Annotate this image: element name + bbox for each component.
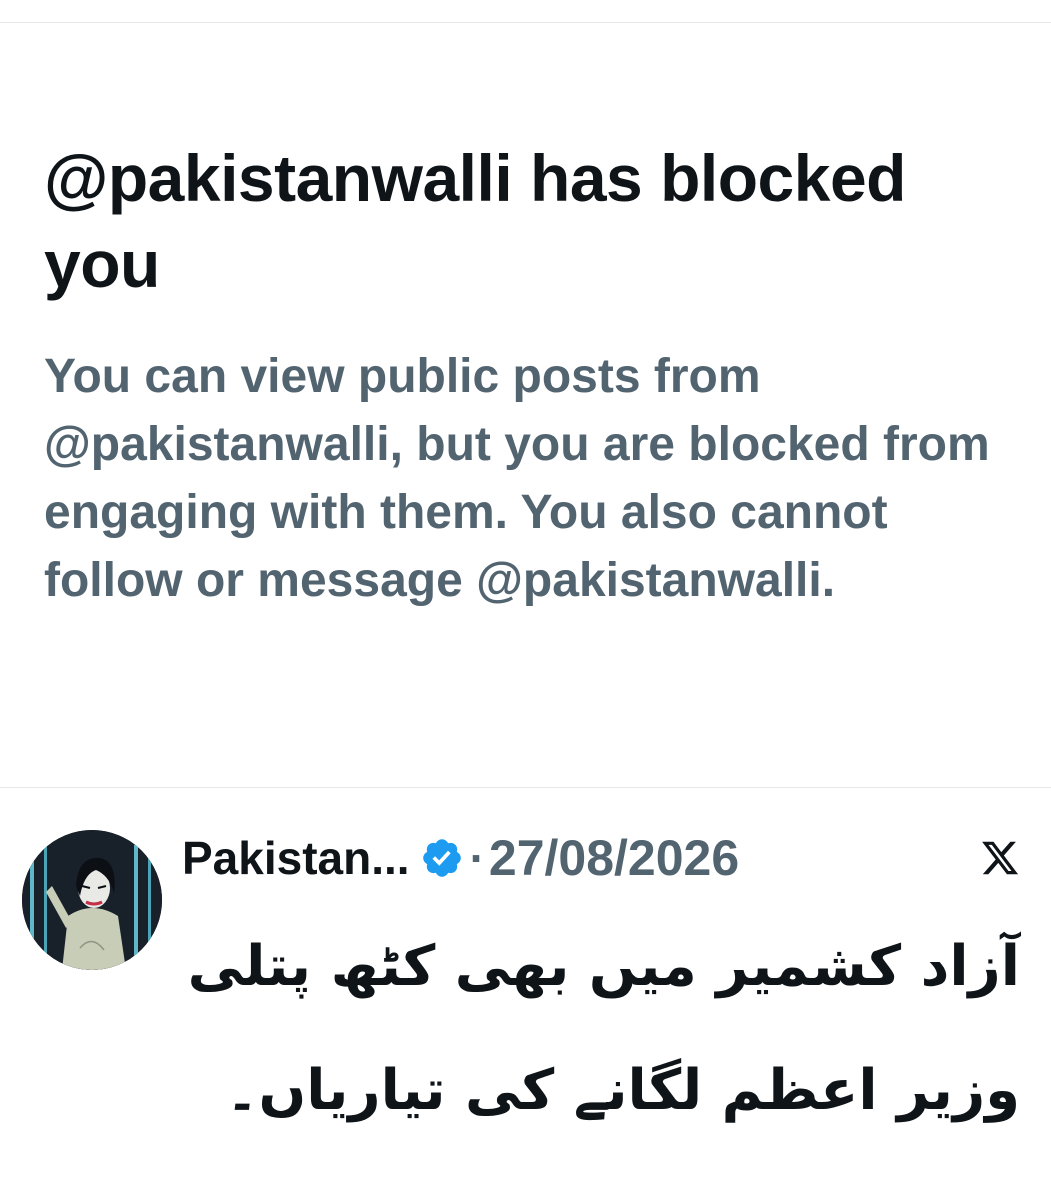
avatar-illustration-icon — [22, 830, 162, 970]
x-logo-icon[interactable] — [980, 838, 1020, 878]
author-name[interactable]: Pakistan... — [182, 831, 410, 885]
post-date[interactable]: 27/08/2026 — [489, 829, 739, 887]
post-text: آزاد کشمیر میں بھی کٹھ پتلی وزیر اعظم لگ… — [187, 934, 1020, 1123]
verified-badge-icon — [420, 836, 464, 880]
blocked-description: You can view public posts from @pakistan… — [44, 350, 990, 607]
blocked-title: @pakistanwalli has blocked you — [44, 141, 906, 301]
separator-dot: · — [469, 832, 485, 884]
avatar[interactable] — [22, 830, 162, 970]
post-header: Pakistan... · 27/08/2026 — [182, 826, 739, 890]
section-divider — [0, 787, 1051, 788]
top-divider — [0, 22, 1051, 23]
